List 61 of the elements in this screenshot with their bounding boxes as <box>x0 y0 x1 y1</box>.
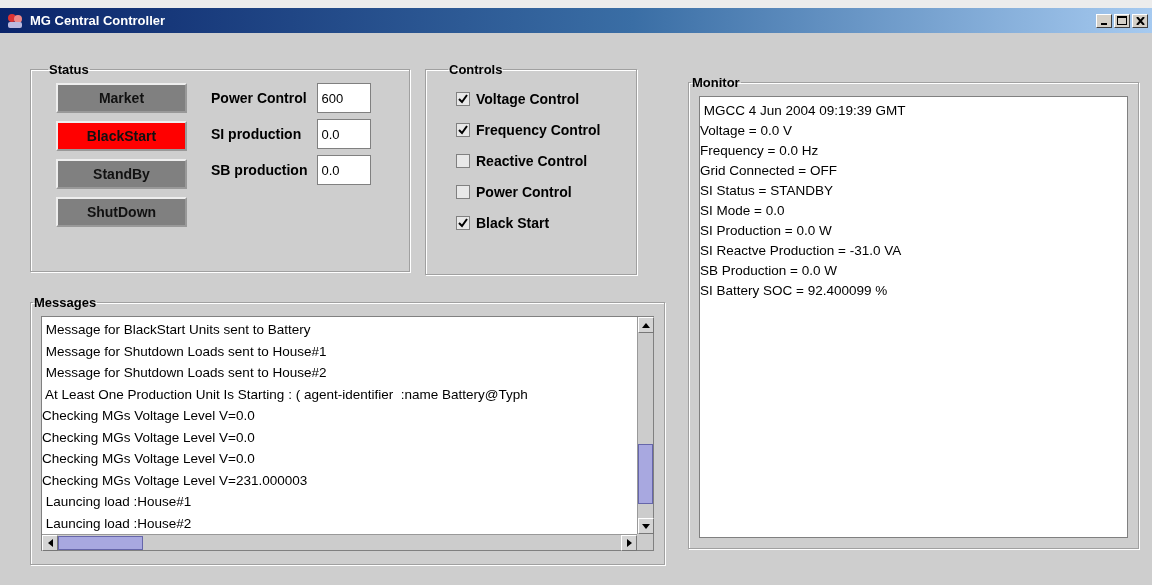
checkbox-label: Black Start <box>476 215 550 231</box>
message-line: Message for BlackStart Units sent to Battery <box>44 321 312 339</box>
maximize-icon <box>1117 16 1127 25</box>
scrollbar-corner <box>637 534 653 550</box>
field-label: SB production <box>211 162 308 178</box>
minimize-button[interactable] <box>1096 13 1112 28</box>
checkbox-label: Reactive Control <box>476 153 588 169</box>
up-arrow-icon <box>642 322 650 328</box>
down-arrow-icon <box>642 523 650 529</box>
right-arrow-icon <box>626 538 632 547</box>
message-line: Checking MGs Voltage Level V=0.0 <box>42 428 256 447</box>
horizontal-scrollbar[interactable] <box>42 534 637 550</box>
monitor-line: MGCC 4 Jun 2004 09:19:39 GMT <box>702 102 907 120</box>
input-field[interactable]: 600 <box>317 83 372 113</box>
monitor-line: Frequency = 0.0 Hz <box>700 142 820 160</box>
message-line: Checking MGs Voltage Level V=231.000003 <box>42 471 309 490</box>
field-label: SI production <box>211 126 303 142</box>
monitor-line: SI Reactve Production = -31.0 VA <box>700 242 903 260</box>
vertical-scrollbar[interactable] <box>637 317 653 534</box>
panel-title: Monitor <box>691 75 741 90</box>
left-arrow-icon <box>47 538 53 547</box>
close-icon <box>1135 16 1145 25</box>
input-field[interactable]: 0.0 <box>317 119 372 149</box>
message-line: Launcing load :House#1 <box>44 493 193 511</box>
monitor-line: SI Status = STANDBY <box>700 182 834 200</box>
mode-button[interactable]: Market <box>56 83 187 113</box>
monitor-line: Voltage = 0.0 V <box>700 122 793 140</box>
mode-button[interactable]: StandBy <box>56 159 187 189</box>
message-line: Checking MGs Voltage Level V=0.0 <box>42 407 256 425</box>
message-line: Message for Shutdown Loads sent to House#1 <box>44 342 328 361</box>
input-field[interactable]: 0.0 <box>317 155 372 185</box>
monitor-line: SI Mode = 0.0 <box>700 202 786 220</box>
scroll-thumb[interactable] <box>638 444 653 504</box>
maximize-button[interactable] <box>1114 13 1130 28</box>
message-line: At Least One Production Unit Is Starting : ( agent-identifier :name Battery@Typh <box>44 385 529 404</box>
panel-title: Messages <box>33 295 98 310</box>
monitor-line: SB Production = 0.0 W <box>700 262 838 280</box>
monitor-line: SI Production = 0.0 W <box>700 222 833 240</box>
checkbox-label: Frequency Control <box>476 122 601 138</box>
mode-button[interactable]: ShutDown <box>56 197 187 227</box>
scroll-thumb[interactable] <box>58 535 143 550</box>
checkbox[interactable] <box>456 92 470 106</box>
monitor-line: SI Battery SOC = 92.400099 % <box>700 282 889 300</box>
minimize-icon <box>1101 22 1107 25</box>
mode-button[interactable]: BlackStart <box>56 121 187 151</box>
message-line: Checking MGs Voltage Level V=0.0 <box>42 450 256 468</box>
checkbox[interactable] <box>456 216 470 230</box>
monitor-line: Grid Connected = OFF <box>700 162 838 180</box>
checkbox[interactable] <box>456 123 470 137</box>
message-line: Message for Shutdown Loads sent to House#2 <box>44 364 328 382</box>
app-icon <box>6 12 24 29</box>
checkbox[interactable] <box>456 154 470 168</box>
close-button[interactable] <box>1132 13 1148 28</box>
checkbox[interactable] <box>456 185 470 199</box>
message-line: Launcing load :House#2 <box>44 514 193 533</box>
window-title: MG Central Controller <box>30 13 167 28</box>
checkbox-label: Voltage Control <box>476 91 580 107</box>
panel-title: Status <box>48 62 90 77</box>
panel-title: Controls <box>448 62 504 77</box>
checkbox-label: Power Control <box>476 184 572 200</box>
field-label: Power Control <box>211 90 308 106</box>
